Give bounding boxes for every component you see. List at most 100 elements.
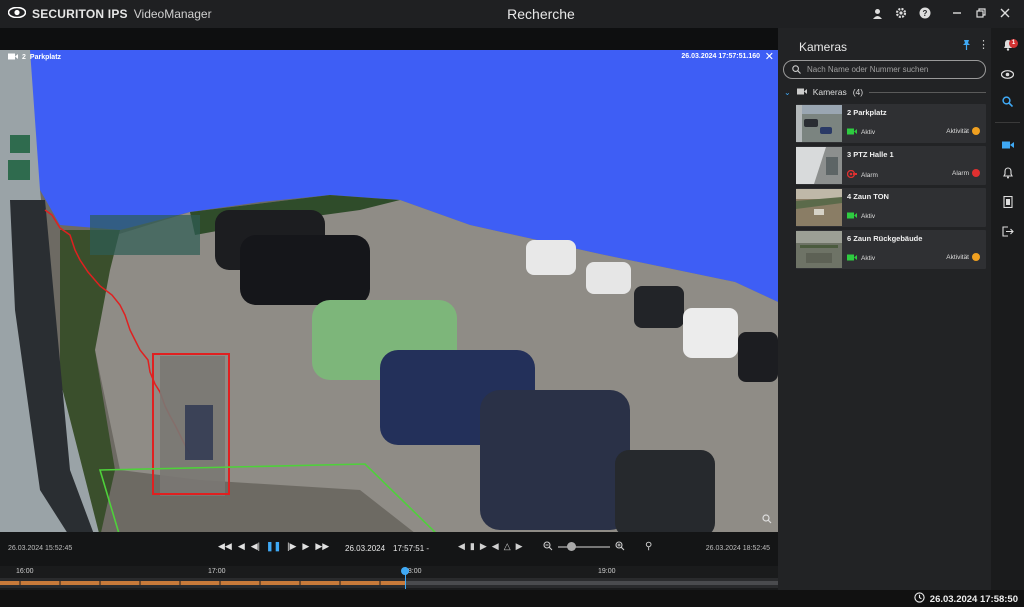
playback-time[interactable]: 17:57:51 - — [393, 544, 429, 553]
film-nav-icon[interactable]: ▮ — [470, 541, 475, 552]
camera-item[interactable]: 2 Parkplatz Aktiv Aktivität — [796, 104, 986, 143]
camera-scene — [0, 50, 778, 537]
magnifier-icon[interactable] — [762, 511, 772, 529]
camera-group-header[interactable]: ⌄ Kameras (4) — [784, 87, 986, 97]
camera-panel: Kameras ⋮ ⌄ Kameras (4) 2 Parkplatz Akti… — [778, 28, 991, 590]
alarm-bell-icon — [1002, 166, 1014, 184]
activity-badge-icon — [972, 253, 980, 261]
camera-status: Alarm — [846, 169, 878, 180]
next-sequence-icon[interactable]: ▶ — [480, 541, 487, 552]
camera-thumbnail — [796, 231, 842, 268]
camera-status-label: Aktiv — [861, 129, 876, 136]
brand-name: SECURITON IPS — [32, 7, 128, 21]
zoom-out-icon[interactable] — [543, 541, 553, 553]
video-camera-number: 2 — [22, 54, 26, 61]
more-options-icon[interactable]: ⋮ — [978, 38, 989, 51]
camera-group-count: (4) — [852, 87, 864, 97]
timeline-label: 17:00 — [208, 568, 226, 575]
playback-date[interactable]: 26.03.2024 — [345, 544, 385, 553]
prev-sequence-icon[interactable]: ◀ — [458, 541, 465, 552]
activity-badge-icon — [972, 127, 980, 135]
search-mode-button[interactable] — [991, 92, 1024, 114]
ptz-icon[interactable]: ⚲ — [645, 541, 652, 552]
close-icon[interactable] — [998, 6, 1012, 20]
video-timestamp: 26.03.2024 17:57:51.160 — [681, 53, 760, 60]
help-icon[interactable]: ? — [918, 6, 932, 20]
camera-group-label: Kameras — [812, 87, 847, 97]
camera-status-icon — [847, 128, 857, 137]
timeline-cursor-handle[interactable] — [401, 567, 409, 575]
restore-icon[interactable] — [974, 6, 988, 20]
eye-logo-icon — [7, 6, 27, 21]
frame-back-icon[interactable]: ◀| — [251, 541, 260, 552]
logout-button[interactable] — [991, 222, 1024, 244]
close-video-button[interactable]: ✕ — [765, 50, 774, 63]
next-alarm-icon[interactable]: ▶ — [516, 541, 523, 552]
camera-list: 2 Parkplatz Aktiv Aktivität 3 PTZ Halle … — [796, 104, 986, 272]
video-area: 2 Parkplatz 26.03.2024 17:57:51.160 ✕ — [0, 28, 778, 537]
prev-alarm-icon[interactable]: ◀ — [492, 541, 499, 552]
panel-title: Kameras — [799, 40, 848, 54]
status-clock: 26.03.2024 17:58:50 — [929, 593, 1018, 605]
camera-item[interactable]: 6 Zaun Rückgebäude Aktiv Aktivität — [796, 230, 986, 269]
camera-thumbnail — [796, 147, 842, 184]
zoom-slider[interactable] — [558, 542, 610, 551]
camera-item[interactable]: 4 Zaun TON Aktiv — [796, 188, 986, 227]
timeline[interactable]: 16:00 17:00 18:00 19:00 — [0, 566, 778, 590]
camera-status-icon — [847, 254, 857, 263]
skip-back-icon[interactable]: ◀◀ — [218, 541, 232, 552]
gear-icon[interactable] — [894, 6, 908, 20]
search-input[interactable] — [807, 65, 977, 74]
video-header: 2 Parkplatz 26.03.2024 17:57:51.160 ✕ — [0, 50, 778, 64]
camera-icon — [8, 53, 18, 62]
cameras-button[interactable] — [991, 134, 1024, 156]
camera-event: Aktivität — [946, 127, 980, 135]
camera-status: Aktiv — [847, 212, 875, 221]
camera-group-icon — [796, 87, 807, 97]
notifications-button[interactable]: 1 — [991, 36, 1024, 58]
chevron-down-icon[interactable]: ⌄ — [784, 88, 791, 97]
video-camera-name: Parkplatz — [29, 54, 62, 61]
status-bar: 26.03.2024 17:58:50 — [0, 590, 1024, 607]
recordings-button[interactable] — [991, 193, 1024, 215]
range-end: 26.03.2024 18:52:45 — [705, 545, 770, 552]
skip-forward-icon[interactable]: ▶▶ — [315, 541, 329, 552]
camera-status: Aktiv — [847, 128, 875, 137]
rail-divider — [995, 122, 1020, 123]
live-view-button[interactable] — [991, 64, 1024, 86]
eye-icon — [1000, 66, 1015, 84]
pin-icon[interactable] — [962, 39, 971, 53]
camera-event: Aktivität — [946, 253, 980, 261]
minimize-icon[interactable] — [950, 6, 964, 20]
clock-icon — [914, 592, 925, 606]
zoom-in-icon[interactable] — [615, 541, 625, 553]
camera-status: Aktiv — [847, 254, 875, 263]
video-stream[interactable]: 2 Parkplatz 26.03.2024 17:57:51.160 ✕ — [0, 50, 778, 537]
camera-event-label: Alarm — [952, 169, 969, 177]
svg-text:?: ? — [923, 9, 928, 18]
camera-icon — [1001, 136, 1014, 154]
step-back-icon[interactable]: ◀ — [238, 541, 245, 552]
timeline-recording-bar[interactable] — [0, 578, 778, 588]
alarm-nav-icon[interactable]: △ — [504, 541, 511, 552]
camera-search[interactable] — [783, 60, 986, 79]
search-icon — [792, 61, 801, 79]
timeline-label: 19:00 — [598, 568, 616, 575]
step-forward-icon[interactable]: ▶ — [302, 541, 309, 552]
film-icon — [1002, 195, 1013, 213]
frame-forward-icon[interactable]: |▶ — [287, 541, 296, 552]
logout-icon — [1001, 224, 1014, 242]
pause-icon[interactable]: ❚❚ — [266, 541, 281, 552]
zoom-slider-knob[interactable] — [566, 542, 576, 551]
camera-event-label: Aktivität — [946, 253, 969, 261]
camera-status-label: Aktiv — [861, 213, 876, 220]
alarm-badge-icon — [972, 169, 980, 177]
camera-name: 3 PTZ Halle 1 — [847, 150, 894, 159]
camera-name: 2 Parkplatz — [847, 108, 887, 117]
camera-name: 6 Zaun Rückgebäude — [847, 234, 923, 243]
user-icon[interactable] — [870, 6, 884, 20]
camera-name: 4 Zaun TON — [847, 192, 889, 201]
camera-item[interactable]: 3 PTZ Halle 1 Alarm Alarm — [796, 146, 986, 185]
playback-controls: 26.03.2024 15:52:45 ◀◀ ◀ ◀| ❚❚ |▶ ▶ ▶▶ 2… — [0, 532, 778, 566]
alarms-button[interactable] — [991, 164, 1024, 186]
